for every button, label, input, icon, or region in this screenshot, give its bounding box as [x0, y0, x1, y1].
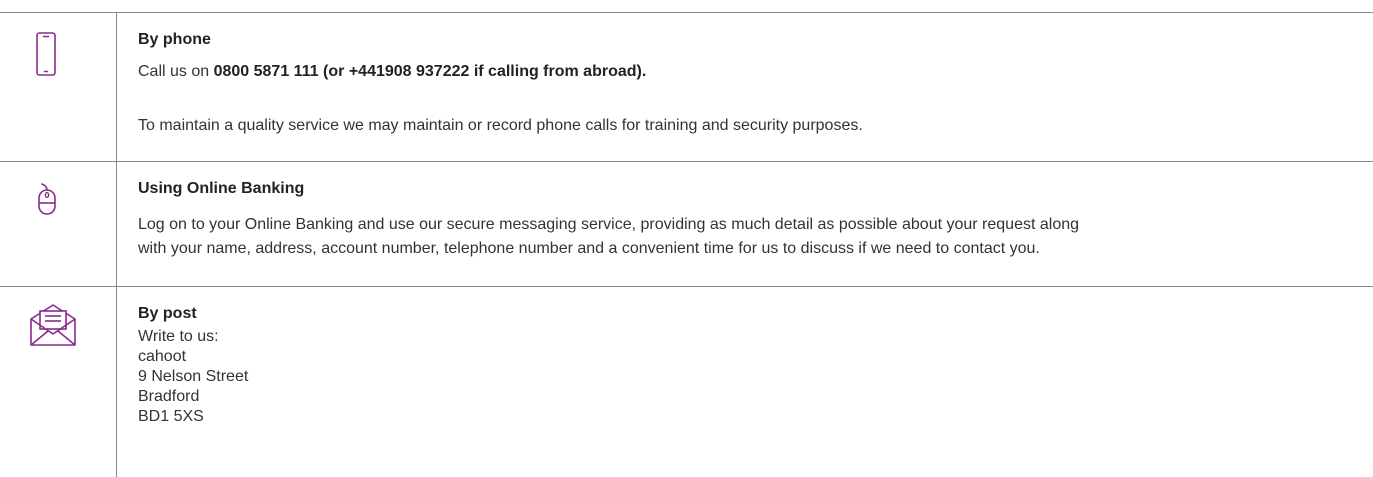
online-banking-text-line-1: Log on to your Online Banking and use ou… [138, 216, 1080, 233]
icon-cell [0, 287, 117, 477]
postal-address-block: Write to us: cahoot 9 Nelson Street Brad… [138, 327, 248, 427]
section-title: By phone [138, 31, 211, 48]
contact-row-phone: By phone Call us on 0800 5871 111 (or +4… [0, 12, 1373, 161]
call-prefix: Call us on [138, 63, 214, 80]
call-us-text: Call us on 0800 5871 111 (or +441908 937… [138, 59, 646, 84]
section-title: Using Online Banking [138, 180, 305, 197]
icon-cell [0, 162, 117, 286]
online-banking-text-line-2: with your name, address, account number,… [138, 240, 1040, 257]
write-to-us-label: Write to us: [138, 328, 219, 345]
mobile-phone-icon [36, 32, 56, 76]
computer-mouse-icon [38, 183, 56, 215]
phone-number: 0800 5871 111 (or +441908 937222 if call… [213, 63, 647, 80]
contact-methods-table: By phone Call us on 0800 5871 111 (or +4… [0, 0, 1373, 477]
section-title: By post [138, 305, 197, 322]
address-line: Bradford [138, 388, 200, 405]
icon-cell [0, 13, 117, 161]
call-recording-note: To maintain a quality service we may mai… [138, 117, 863, 134]
contact-row-post: By post Write to us: cahoot 9 Nelson Str… [0, 286, 1373, 477]
address-line: 9 Nelson Street [138, 368, 249, 385]
address-line: cahoot [138, 348, 187, 365]
envelope-letter-icon [30, 304, 76, 346]
address-line: BD1 5XS [138, 408, 204, 425]
contact-row-online-banking: Using Online Banking Log on to your Onli… [0, 161, 1373, 286]
